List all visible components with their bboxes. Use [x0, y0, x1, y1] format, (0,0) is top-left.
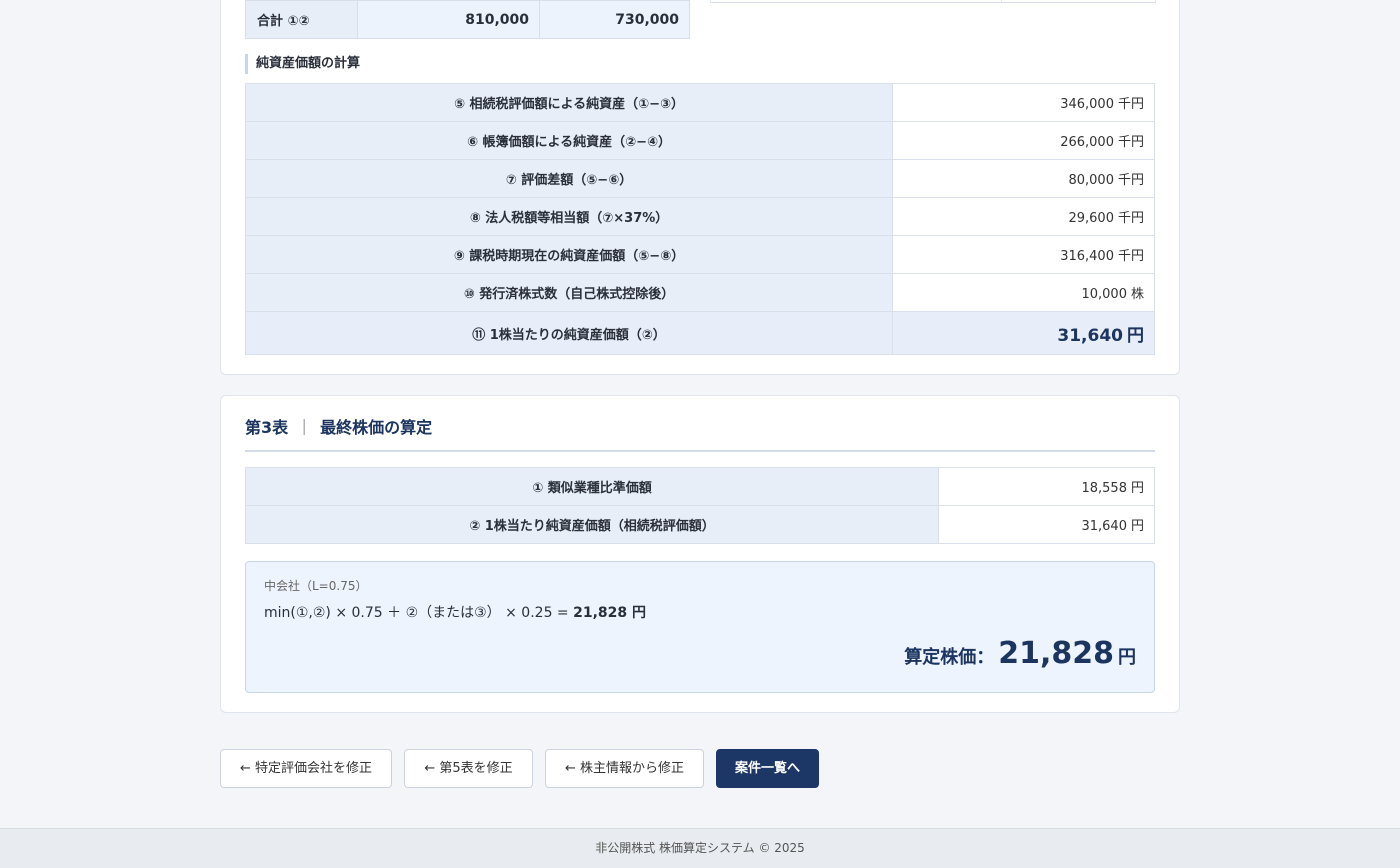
final-price-table: ① 類似業種比準価額 18,558 円 ② 1株当たり純資産価額（相続税評価額） …	[245, 467, 1155, 544]
row-label: ① 類似業種比準価額	[245, 467, 939, 506]
row-label: ⑪ 1株当たりの純資産価額（②）	[245, 311, 893, 355]
formula-text: min(①,②) × 0.75 ＋ ②（または③） × 0.25 = 21,82…	[264, 605, 647, 621]
section-name: 最終株価の算定	[320, 418, 433, 437]
total-row: 合計 ①② 810,000 730,000	[245, 0, 690, 39]
net-asset-calc-table: ⑤ 相続税評価額による純資産（①−③） 346,000 千円 ⑥ 帳簿価額による純…	[245, 83, 1155, 355]
row-label: ⑤ 相続税評価額による純資産（①−③）	[245, 83, 893, 122]
final-price-label: 算定株価：	[904, 647, 995, 668]
row-value: 18,558 円	[938, 467, 1155, 506]
total-value-2: 730,000	[539, 0, 690, 39]
row-value: 80,000 千円	[892, 159, 1155, 198]
net-asset-heading: 純資産価額の計算	[245, 54, 360, 74]
per-share-net-asset-row: ⑪ 1株当たりの純資産価額（②） 31,640 円	[245, 311, 1155, 355]
final-share-price: 算定株価： 21,828 円	[904, 636, 1136, 671]
table-row: ① 類似業種比準価額 18,558 円	[245, 467, 1155, 506]
row-label: ② 1株当たり純資産価額（相続税評価額）	[245, 505, 939, 544]
row-label: ⑦ 評価差額（⑤−⑥）	[245, 159, 893, 198]
table3-card: 第3表 ｜ 最終株価の算定 ① 類似業種比準価額 18,558 円 ② 1株当たり純資…	[220, 395, 1180, 713]
edit-table5-button[interactable]: ← 第5表を修正	[404, 749, 533, 788]
title-separator: ｜	[296, 418, 313, 437]
row-label: ⑧ 法人税額等相当額（⑦×37%）	[245, 197, 893, 236]
row-value: 10,000 株	[892, 273, 1155, 312]
table-row: ⑨ 課税時期現在の純資産価額（⑤−⑧） 316,400 千円	[245, 235, 1155, 274]
table-row: ⑦ 評価差額（⑤−⑥） 80,000 千円	[245, 159, 1155, 198]
row-label: ⑥ 帳簿価額による純資産（②−④）	[245, 121, 893, 160]
table-row: ⑥ 帳簿価額による純資産（②−④） 266,000 千円	[245, 121, 1155, 160]
per-share-net-asset-value: 31,640 円	[892, 311, 1155, 355]
edit-specific-company-button[interactable]: ← 特定評価会社を修正	[220, 749, 392, 788]
case-list-button[interactable]: 案件一覧へ	[716, 749, 819, 788]
table-row: ⑤ 相続税評価額による純資産（①−③） 346,000 千円	[245, 83, 1155, 122]
table-row: ⑩ 発行済株式数（自己株式控除後） 10,000 株	[245, 273, 1155, 312]
row-value: 266,000 千円	[892, 121, 1155, 160]
table-row: ⑧ 法人税額等相当額（⑦×37%） 29,600 千円	[245, 197, 1155, 236]
balance-total-table: 合計 ①② 810,000 730,000	[245, 0, 690, 39]
liabilities-table-fragment	[710, 0, 1156, 3]
footer: 非公開株式 株価算定システム © 2025	[0, 828, 1400, 868]
total-label: 合計 ①②	[245, 0, 358, 39]
final-price-unit: 円	[1118, 647, 1136, 668]
formula-result: 21,828 円	[573, 605, 647, 621]
total-value-1: 810,000	[357, 0, 540, 39]
final-price-value: 21,828	[998, 636, 1114, 671]
row-value: 346,000 千円	[892, 83, 1155, 122]
row-value: 31,640 円	[938, 505, 1155, 544]
section-number: 第3表	[245, 418, 289, 437]
row-value: 29,600 千円	[892, 197, 1155, 236]
edit-shareholder-button[interactable]: ← 株主情報から修正	[545, 749, 704, 788]
row-value: 316,400 千円	[892, 235, 1155, 274]
net-asset-card: 合計 ①② 810,000 730,000 純資産価額の計算 ⑤ 相続税評価額に…	[220, 0, 1180, 375]
result-box: 中会社（L=0.75） min(①,②) × 0.75 ＋ ②（または③） × …	[245, 561, 1155, 693]
row-label: ⑩ 発行済株式数（自己株式控除後）	[245, 273, 893, 312]
row-label: ⑨ 課税時期現在の純資産価額（⑤−⑧）	[245, 235, 893, 274]
table-row: ② 1株当たり純資産価額（相続税評価額） 31,640 円	[245, 505, 1155, 544]
company-size-label: 中会社（L=0.75）	[264, 579, 368, 593]
section-title: 第3表 ｜ 最終株価の算定	[245, 414, 1155, 452]
